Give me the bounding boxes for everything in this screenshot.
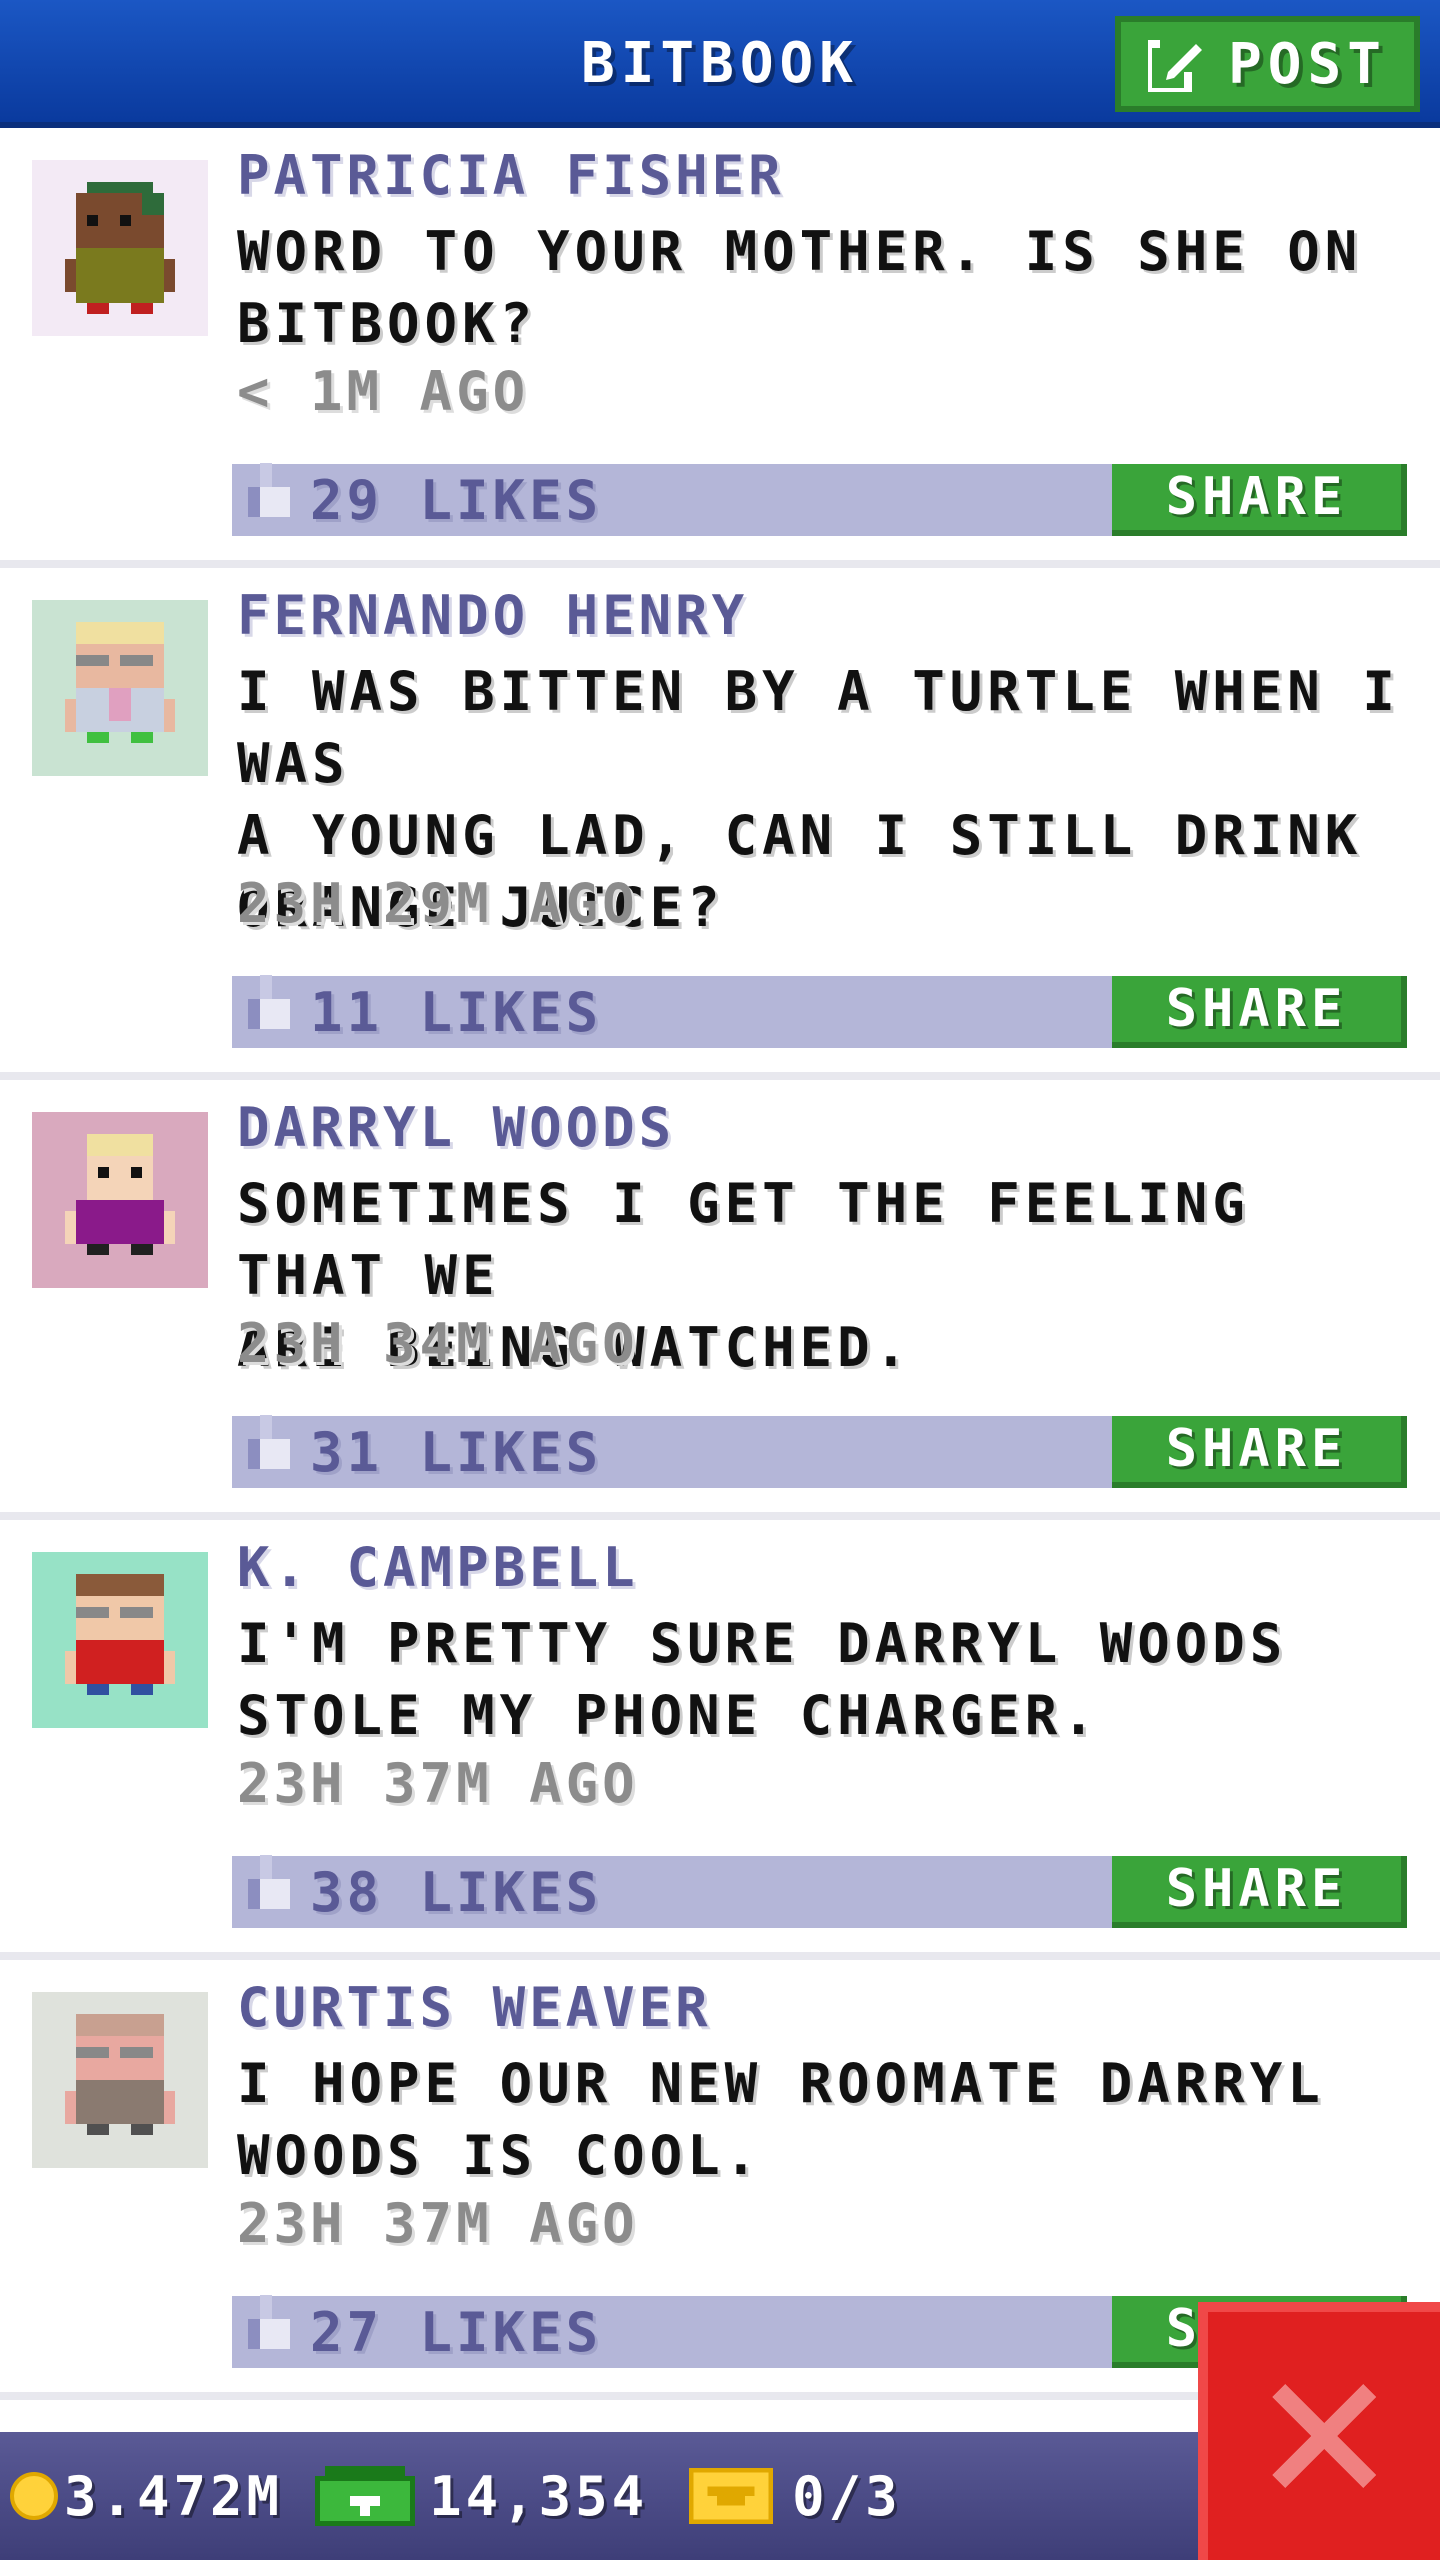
like-bar[interactable]: 38 LIKES SHARE: [232, 1855, 1407, 1928]
bux-value: 14,354: [429, 2464, 649, 2528]
feed-post: DARRYL WOODS SOMETIMES I GET THE FEELING…: [0, 1080, 1440, 1520]
post-time: 23H 37M AGO: [237, 1752, 639, 1815]
post-button[interactable]: POST: [1115, 16, 1420, 112]
like-count: 27 LIKES: [310, 2300, 603, 2364]
close-button[interactable]: [1198, 2302, 1440, 2560]
like-bar[interactable]: 31 LIKES SHARE: [232, 1415, 1407, 1488]
post-author[interactable]: K. CAMPBELL: [237, 1536, 639, 1599]
thumbs-up-icon: [248, 1415, 290, 1469]
avatar[interactable]: [32, 1992, 208, 2168]
post-text: WORD TO YOUR MOTHER. IS SHE ON BITBOOK?: [237, 220, 1363, 355]
coin-icon: [10, 2472, 58, 2520]
feed-post: PATRICIA FISHER WORD TO YOUR MOTHER. IS …: [0, 128, 1440, 568]
post-time: < 1M AGO: [237, 360, 530, 423]
avatar[interactable]: [32, 600, 208, 776]
share-button[interactable]: SHARE: [1112, 1856, 1407, 1928]
top-bar: BITBOOK POST: [0, 0, 1440, 128]
post-button-label: POST: [1228, 31, 1387, 97]
thumbs-up-icon: [248, 463, 290, 517]
vip-value: 0/3: [792, 2464, 902, 2528]
avatar[interactable]: [32, 1552, 208, 1728]
coins-stat[interactable]: 3.472M: [0, 2465, 283, 2528]
coins-value: 3.472M: [64, 2464, 284, 2528]
like-count: 31 LIKES: [310, 1420, 603, 1484]
post-time: 23H 34M AGO: [237, 1312, 639, 1375]
edit-icon: [1148, 36, 1205, 92]
post-text: I'M PRETTY SURE DARRYL WOODS STOLE MY PH…: [237, 1612, 1288, 1747]
vip-ticket-icon: [689, 2468, 774, 2524]
share-button[interactable]: SHARE: [1112, 976, 1407, 1048]
like-bar[interactable]: 11 LIKES SHARE: [232, 975, 1407, 1048]
feed-post: K. CAMPBELL I'M PRETTY SURE DARRYL WOODS…: [0, 1520, 1440, 1960]
thumbs-up-icon: [248, 975, 290, 1029]
post-time: 23H 37M AGO: [237, 2192, 639, 2255]
bux-icon: [315, 2466, 416, 2526]
post-author[interactable]: PATRICIA FISHER: [237, 144, 785, 207]
share-button[interactable]: SHARE: [1112, 1416, 1407, 1488]
post-author[interactable]: FERNANDO HENRY: [237, 584, 748, 647]
post-author[interactable]: DARRYL WOODS: [237, 1096, 675, 1159]
post-text: I HOPE OUR NEW ROOMATE DARRYL WOODS IS C…: [237, 2052, 1325, 2187]
like-count: 29 LIKES: [310, 468, 603, 532]
vip-stat[interactable]: 0/3: [648, 2465, 902, 2528]
like-bar[interactable]: 29 LIKES SHARE: [232, 463, 1407, 536]
close-icon: [1272, 2384, 1376, 2488]
thumbs-up-icon: [248, 2295, 290, 2349]
like-count: 38 LIKES: [310, 1860, 603, 1924]
feed-post: FERNANDO HENRY I WAS BITTEN BY A TURTLE …: [0, 568, 1440, 1080]
thumbs-up-icon: [248, 1855, 290, 1909]
avatar[interactable]: [32, 160, 208, 336]
post-author[interactable]: CURTIS WEAVER: [237, 1976, 712, 2039]
avatar[interactable]: [32, 1112, 208, 1288]
bux-stat[interactable]: 14,354: [283, 2465, 648, 2528]
share-button[interactable]: SHARE: [1112, 464, 1407, 536]
like-count: 11 LIKES: [310, 980, 603, 1044]
post-time: 23H 29M AGO: [237, 872, 639, 935]
